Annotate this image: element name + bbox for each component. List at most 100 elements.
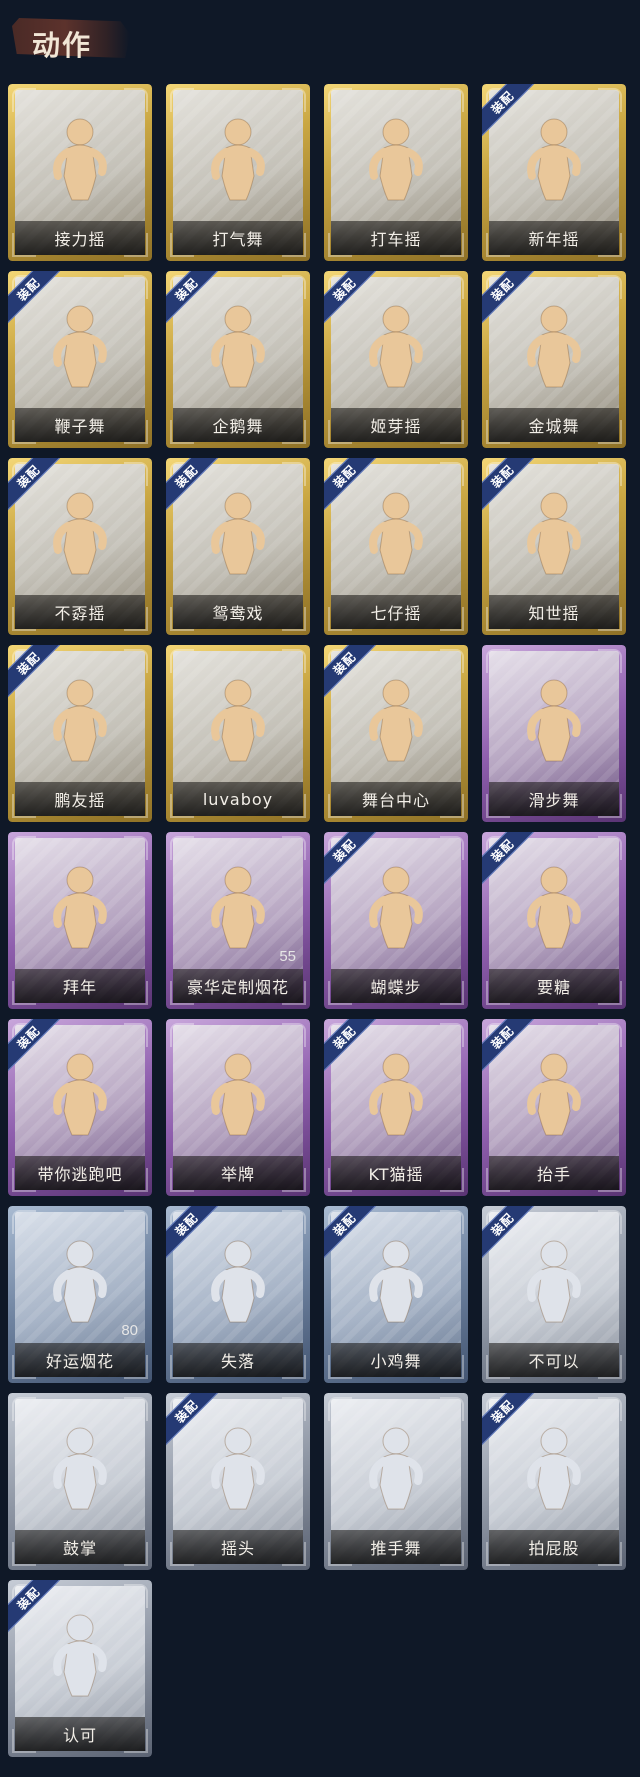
card-label-bar: 不可以 bbox=[489, 1343, 619, 1377]
emote-card[interactable]: 抬手 装配 bbox=[482, 1019, 626, 1196]
frame-ornament bbox=[440, 649, 464, 673]
emote-figure-icon bbox=[356, 1236, 436, 1326]
emote-card[interactable]: 知世摇 装配 bbox=[482, 458, 626, 635]
card-label-bar: 抬手 bbox=[489, 1156, 619, 1190]
emote-figure-icon bbox=[356, 1423, 436, 1513]
card-label-bar: 金城舞 bbox=[489, 408, 619, 442]
card-label-bar: 鞭子舞 bbox=[15, 408, 145, 442]
emote-figure-icon bbox=[356, 862, 436, 952]
emote-name: 打车摇 bbox=[370, 230, 422, 249]
emote-card[interactable]: 鼓掌 bbox=[8, 1393, 152, 1570]
emote-name: 带你逃跑吧 bbox=[37, 1165, 123, 1184]
card-label-bar: 姬芽摇 bbox=[331, 408, 461, 442]
emote-figure-icon bbox=[356, 488, 436, 578]
emote-card[interactable]: KT猫摇 装配 bbox=[324, 1019, 468, 1196]
emote-figure-icon bbox=[198, 1236, 278, 1326]
emote-card[interactable]: 要糖 装配 bbox=[482, 832, 626, 1009]
card-label-bar: 拜年 bbox=[15, 969, 145, 1003]
frame-ornament bbox=[598, 649, 622, 673]
card-label-bar: luvaboy bbox=[173, 782, 303, 816]
frame-ornament bbox=[440, 836, 464, 860]
card-label-bar: 蝴蝶步 bbox=[331, 969, 461, 1003]
card-label-bar: 小鸡舞 bbox=[331, 1343, 461, 1377]
emote-card[interactable]: 认可 装配 bbox=[8, 1580, 152, 1757]
card-label-bar: 拍屁股 bbox=[489, 1530, 619, 1564]
frame-ornament bbox=[598, 88, 622, 112]
emote-name: 企鹅舞 bbox=[212, 417, 264, 436]
emote-card[interactable]: 小鸡舞 装配 bbox=[324, 1206, 468, 1383]
emote-figure-icon bbox=[514, 114, 594, 204]
emote-card[interactable]: 滑步舞 bbox=[482, 645, 626, 822]
frame-ornament bbox=[170, 649, 194, 673]
card-label-bar: 推手舞 bbox=[331, 1530, 461, 1564]
emote-card[interactable]: 55 豪华定制烟花 bbox=[166, 832, 310, 1009]
card-label-bar: 接力摇 bbox=[15, 221, 145, 255]
emote-figure-icon bbox=[514, 1236, 594, 1326]
emote-card[interactable]: 鸳鸯戏 装配 bbox=[166, 458, 310, 635]
frame-ornament bbox=[12, 836, 36, 860]
frame-ornament bbox=[440, 1210, 464, 1234]
emote-figure-icon bbox=[198, 1049, 278, 1139]
emote-name: 抬手 bbox=[536, 1165, 571, 1184]
frame-ornament bbox=[282, 1023, 306, 1047]
emote-card[interactable]: 蝴蝶步 装配 bbox=[324, 832, 468, 1009]
emote-name: 知世摇 bbox=[528, 604, 580, 623]
frame-ornament bbox=[598, 1023, 622, 1047]
emote-name: 要糖 bbox=[536, 978, 571, 997]
emote-name: 拜年 bbox=[62, 978, 97, 997]
emote-card[interactable]: 鹏友摇 装配 bbox=[8, 645, 152, 822]
emote-name: 推手舞 bbox=[370, 1539, 422, 1558]
emote-card[interactable]: 舞台中心 装配 bbox=[324, 645, 468, 822]
emote-card[interactable]: 企鹅舞 装配 bbox=[166, 271, 310, 448]
emote-card[interactable]: 拍屁股 装配 bbox=[482, 1393, 626, 1570]
emote-card[interactable]: 失落 装配 bbox=[166, 1206, 310, 1383]
frame-ornament bbox=[328, 1397, 352, 1421]
card-label-bar: 不孬摇 bbox=[15, 595, 145, 629]
emote-card[interactable]: 七仔摇 装配 bbox=[324, 458, 468, 635]
emote-figure-icon bbox=[198, 675, 278, 765]
emote-name: 拍屁股 bbox=[528, 1539, 580, 1558]
frame-ornament bbox=[282, 649, 306, 673]
section-title: 动作 bbox=[32, 29, 93, 62]
emote-name: 摇头 bbox=[220, 1539, 255, 1558]
frame-ornament bbox=[124, 88, 148, 112]
card-label-bar: 滑步舞 bbox=[489, 782, 619, 816]
card-label-bar: 摇头 bbox=[173, 1530, 303, 1564]
card-label-bar: 鹏友摇 bbox=[15, 782, 145, 816]
emote-figure-icon bbox=[40, 1610, 120, 1700]
emote-name: 舞台中心 bbox=[361, 791, 430, 810]
emote-card[interactable]: 举牌 bbox=[166, 1019, 310, 1196]
emote-card[interactable]: 打气舞 bbox=[166, 84, 310, 261]
section-header: 动作 bbox=[12, 12, 132, 62]
emote-card[interactable]: 姬芽摇 装配 bbox=[324, 271, 468, 448]
emote-card[interactable]: 拜年 bbox=[8, 832, 152, 1009]
emote-card[interactable]: 摇头 装配 bbox=[166, 1393, 310, 1570]
emote-card[interactable]: 鞭子舞 装配 bbox=[8, 271, 152, 448]
frame-ornament bbox=[124, 649, 148, 673]
emote-card[interactable]: 不可以 装配 bbox=[482, 1206, 626, 1383]
emote-figure-icon bbox=[514, 1049, 594, 1139]
emote-card[interactable]: 打车摇 bbox=[324, 84, 468, 261]
emote-name: 接力摇 bbox=[54, 230, 106, 249]
frame-ornament bbox=[440, 462, 464, 486]
emote-card[interactable]: 接力摇 bbox=[8, 84, 152, 261]
card-label-bar: 认可 bbox=[15, 1717, 145, 1751]
emote-card[interactable]: 金城舞 装配 bbox=[482, 271, 626, 448]
frame-ornament bbox=[598, 275, 622, 299]
card-label-bar: 舞台中心 bbox=[331, 782, 461, 816]
frame-ornament bbox=[124, 836, 148, 860]
emote-card[interactable]: 推手舞 bbox=[324, 1393, 468, 1570]
emote-card[interactable]: 80 好运烟花 bbox=[8, 1206, 152, 1383]
frame-ornament bbox=[170, 836, 194, 860]
emote-card[interactable]: luvaboy bbox=[166, 645, 310, 822]
emote-card[interactable]: 不孬摇 装配 bbox=[8, 458, 152, 635]
emote-figure-icon bbox=[514, 301, 594, 391]
emote-figure-icon bbox=[514, 675, 594, 765]
emote-card[interactable]: 新年摇 装配 bbox=[482, 84, 626, 261]
frame-ornament bbox=[12, 1397, 36, 1421]
emote-card[interactable]: 带你逃跑吧 装配 bbox=[8, 1019, 152, 1196]
emote-figure-icon bbox=[514, 1423, 594, 1513]
emote-name: 鞭子舞 bbox=[54, 417, 106, 436]
emote-name: luvaboy bbox=[202, 789, 274, 809]
emote-figure-icon bbox=[514, 862, 594, 952]
